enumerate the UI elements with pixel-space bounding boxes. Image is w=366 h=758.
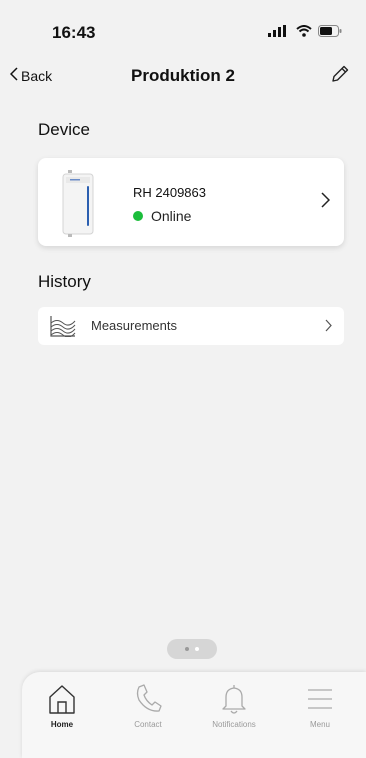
history-item-measurements[interactable]: Measurements xyxy=(38,307,344,345)
history-section-title: History xyxy=(38,272,91,291)
navigation-bar: Produktion 2 Back xyxy=(0,60,366,92)
wifi-icon xyxy=(296,24,312,42)
phone-icon xyxy=(108,682,188,716)
device-status-label: Online xyxy=(151,208,192,224)
status-icons xyxy=(268,24,342,42)
tab-menu-label: Menu xyxy=(309,720,330,729)
chevron-right-icon xyxy=(325,319,332,337)
chart-area-icon xyxy=(50,315,76,342)
edit-button[interactable] xyxy=(330,64,350,89)
device-section-title: Device xyxy=(38,120,90,139)
page-title: Produktion 2 xyxy=(131,66,235,85)
chevron-left-icon xyxy=(9,67,18,84)
page-dot-active xyxy=(195,647,199,651)
back-button[interactable]: Back xyxy=(9,67,53,84)
home-icon xyxy=(22,682,102,716)
menu-icon xyxy=(280,682,360,716)
tab-notifications[interactable]: Notifications xyxy=(194,682,274,729)
device-card[interactable]: RH 2409863 Online xyxy=(38,158,344,246)
tab-bar: Home Contact Notifications Menu xyxy=(22,672,366,758)
device-image xyxy=(60,166,96,238)
tab-menu[interactable]: Menu xyxy=(280,682,360,729)
device-status: Online xyxy=(133,208,191,224)
device-name: RH 2409863 xyxy=(133,185,206,200)
page-dot xyxy=(185,647,189,651)
page-indicator[interactable] xyxy=(167,639,217,659)
bell-icon xyxy=(194,682,274,716)
chevron-right-icon xyxy=(321,192,331,213)
tab-home-label: Home xyxy=(50,720,74,729)
tab-notifications-label: Notifications xyxy=(212,720,256,729)
tab-contact-label: Contact xyxy=(134,720,162,729)
battery-icon xyxy=(318,24,342,42)
signal-icon xyxy=(268,24,290,42)
online-status-dot xyxy=(133,211,143,221)
tab-contact[interactable]: Contact xyxy=(108,682,188,729)
pencil-icon xyxy=(330,65,350,88)
tab-home[interactable]: Home xyxy=(22,682,102,729)
status-time: 16:43 xyxy=(52,23,96,42)
back-label: Back xyxy=(21,67,53,84)
status-bar: 16:43 xyxy=(0,0,366,50)
history-item-label: Measurements xyxy=(91,318,177,333)
